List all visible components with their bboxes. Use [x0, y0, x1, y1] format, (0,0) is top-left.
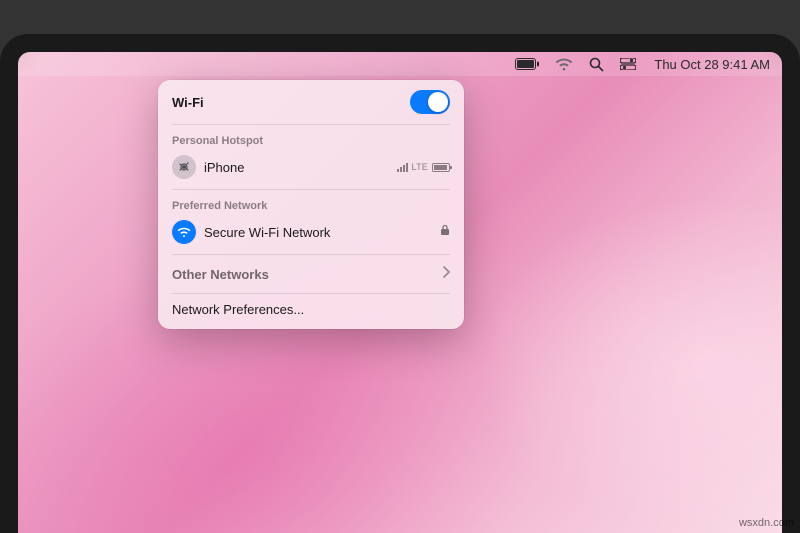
hotspot-battery-icon — [432, 163, 450, 172]
laptop-bezel: Thu Oct 28 9:41 AM Wi-Fi Personal Hotspo… — [0, 34, 800, 533]
control-center-icon[interactable] — [620, 58, 636, 70]
hotspot-icon — [172, 155, 196, 179]
spotlight-search-icon[interactable] — [589, 57, 604, 72]
wifi-connected-icon — [172, 220, 196, 244]
signal-type-label: LTE — [412, 162, 428, 172]
divider — [172, 124, 450, 125]
preferred-network-section-label: Preferred Network — [158, 192, 464, 216]
watermark-text: wsxdn.com — [739, 517, 794, 529]
network-preferences-label: Network Preferences... — [172, 302, 304, 317]
personal-hotspot-section-label: Personal Hotspot — [158, 127, 464, 151]
divider — [172, 254, 450, 255]
menubar: Thu Oct 28 9:41 AM — [18, 52, 782, 76]
wifi-icon[interactable] — [555, 58, 573, 71]
wifi-panel-title: Wi-Fi — [172, 95, 204, 110]
hotspot-row-iphone[interactable]: iPhone LTE — [158, 151, 464, 187]
hotspot-status: LTE — [397, 162, 450, 172]
other-networks-label: Other Networks — [172, 267, 269, 282]
lock-icon — [440, 223, 450, 241]
preferred-network-name: Secure Wi-Fi Network — [204, 225, 432, 240]
hotspot-device-name: iPhone — [204, 160, 389, 175]
menubar-clock[interactable]: Thu Oct 28 9:41 AM — [654, 57, 770, 72]
wifi-panel-header: Wi-Fi — [158, 90, 464, 122]
battery-icon[interactable] — [515, 58, 539, 70]
divider — [172, 189, 450, 190]
divider — [172, 293, 450, 294]
network-preferences-row[interactable]: Network Preferences... — [158, 296, 464, 323]
wifi-toggle[interactable] — [410, 90, 450, 114]
other-networks-row[interactable]: Other Networks — [158, 257, 464, 291]
signal-bars-icon — [397, 162, 408, 172]
preferred-network-row[interactable]: Secure Wi-Fi Network — [158, 216, 464, 252]
wifi-dropdown-panel: Wi-Fi Personal Hotspot iPhone LTE Prefer… — [158, 80, 464, 329]
chevron-right-icon — [442, 265, 450, 283]
desktop-screen: Thu Oct 28 9:41 AM Wi-Fi Personal Hotspo… — [18, 52, 782, 533]
